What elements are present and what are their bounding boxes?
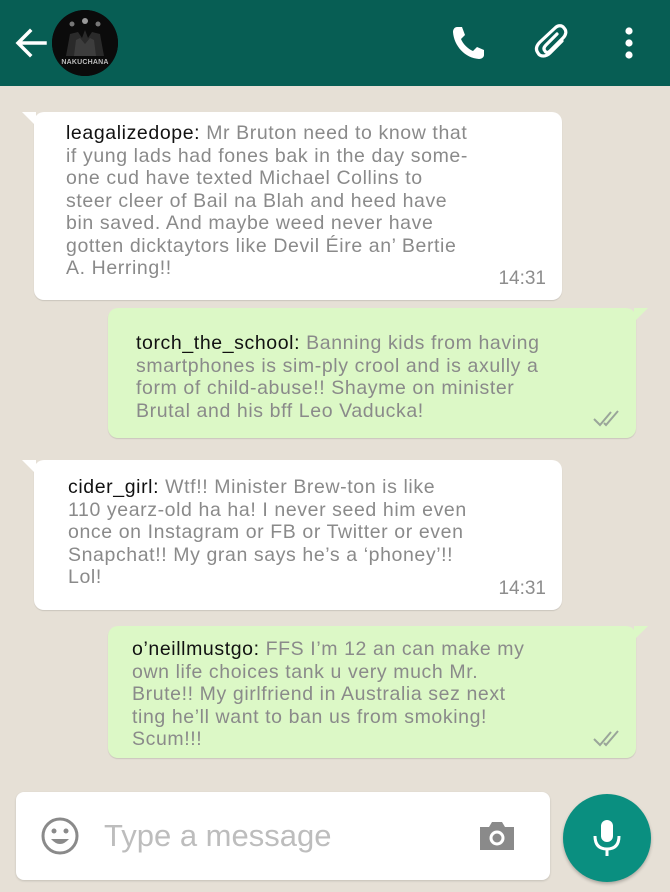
message-text: o’neillmustgo: FFS I’m 12 an can make my… <box>132 638 622 751</box>
message-username: leagalizedope: <box>66 122 201 144</box>
avatar-image <box>52 10 118 76</box>
message-username: cider_girl: <box>68 476 160 498</box>
double-check-icon <box>593 730 619 747</box>
message-composer <box>16 792 550 880</box>
message-text: torch_the_school: Banning kids from havi… <box>136 332 622 422</box>
message-line: Mr Bruton need to know that <box>200 122 468 144</box>
message-text: cider_girl: Wtf!! Minister Brew-ton is l… <box>68 476 544 589</box>
message-line: once on Instagram or FB or Twitter or ev… <box>68 521 464 543</box>
message-line: one cud have texted Michael Collins to <box>66 167 423 189</box>
message-line: A. Herring!! <box>66 257 172 279</box>
bubble-tail <box>22 112 36 126</box>
message-username: o’neillmustgo: <box>132 638 260 660</box>
message-line: own life choices tank u very much Mr. <box>132 660 479 683</box>
message-list[interactable]: leagalizedope: Mr Bruton need to know th… <box>0 86 670 892</box>
message-line: FFS I’m 12 an can make my <box>259 638 525 660</box>
message-outgoing[interactable]: torch_the_school: Banning kids from havi… <box>108 308 648 438</box>
paperclip-icon[interactable] <box>533 22 573 64</box>
message-input[interactable] <box>104 814 474 858</box>
chat-header: NAKUCHANA <box>0 0 670 86</box>
microphone-icon <box>593 820 621 856</box>
message-line: ting he’ll want to ban us from smoking! <box>132 705 488 728</box>
message-line: bin saved. And maybe weed never have <box>66 212 434 234</box>
bubble-tail <box>634 626 648 640</box>
message-line: if yung lads had fones bak in the day so… <box>66 144 468 167</box>
message-time: 14:31 <box>498 577 546 599</box>
message-line: form of child-abuse!! Shayme on minister <box>136 377 515 399</box>
message-line: gotten dicktaytors like Devil Éire an’ B… <box>66 234 457 257</box>
double-check-icon <box>593 410 619 427</box>
message-line: Snapchat!! My gran says he’s a ‘phoney’!… <box>68 543 454 566</box>
message-time: 14:31 <box>498 267 546 289</box>
more-vert-icon[interactable] <box>614 22 644 64</box>
message-line: Brutal and his bff Leo Vaducka! <box>136 399 424 422</box>
avatar-label: NAKUCHANA <box>61 59 109 66</box>
mic-button[interactable] <box>563 794 651 882</box>
message-line: steer cleer of Bail na Blah and heed hav… <box>66 189 448 212</box>
back-arrow-icon[interactable] <box>12 24 48 62</box>
emoji-icon[interactable] <box>40 816 80 856</box>
message-line: 110 yearz-old ha ha! I never seed him ev… <box>68 498 467 521</box>
camera-icon[interactable] <box>476 816 518 856</box>
message-line: smartphones is sim-ply crool and is axul… <box>136 354 539 377</box>
message-line: Banning kids from having <box>300 332 540 354</box>
message-username: torch_the_school: <box>136 332 301 354</box>
message-line: Scum!!! <box>132 728 203 750</box>
bubble-tail <box>22 460 36 474</box>
message-text: leagalizedope: Mr Bruton need to know th… <box>66 122 544 280</box>
bubble-tail <box>634 308 648 322</box>
message-line: Brute!! My girlfriend in Australia sez n… <box>132 683 506 705</box>
avatar[interactable]: NAKUCHANA <box>52 10 118 76</box>
message-line: Lol! <box>68 566 102 588</box>
message-incoming[interactable]: leagalizedope: Mr Bruton need to know th… <box>22 112 562 300</box>
phone-icon[interactable] <box>448 22 488 64</box>
message-line: Wtf!! Minister Brew-ton is like <box>159 476 436 498</box>
message-outgoing[interactable]: o’neillmustgo: FFS I’m 12 an can make my… <box>108 626 648 758</box>
message-incoming[interactable]: cider_girl: Wtf!! Minister Brew-ton is l… <box>22 460 562 610</box>
